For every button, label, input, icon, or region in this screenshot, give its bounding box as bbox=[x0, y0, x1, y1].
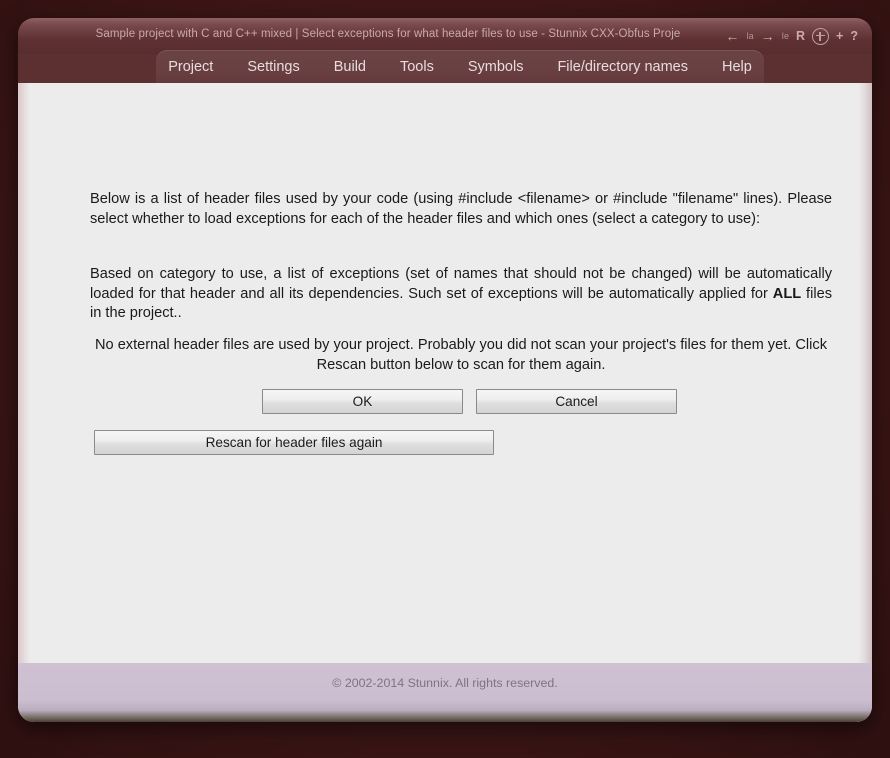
help-question-icon[interactable]: ? bbox=[850, 30, 858, 43]
forward-arrow-icon[interactable]: → bbox=[761, 29, 775, 43]
menu-item-help[interactable]: Help bbox=[705, 55, 769, 79]
plus-icon[interactable]: + bbox=[836, 30, 843, 43]
menu-item-build[interactable]: Build bbox=[317, 55, 383, 79]
title-bar-tools: ← ǀa → ǀe R + ? bbox=[725, 25, 858, 47]
no-headers-notice: No external header files are used by you… bbox=[94, 337, 828, 374]
sheet-left-edge bbox=[18, 83, 30, 722]
title-bar: Sample project with C and C++ mixed | Se… bbox=[18, 18, 872, 54]
back-arrow-icon[interactable]: ← bbox=[725, 29, 739, 43]
content-sheet: Below is a list of header files used by … bbox=[18, 83, 872, 722]
rescan-button[interactable]: Rescan for header files again bbox=[94, 430, 494, 455]
menu-item-project[interactable]: Project bbox=[151, 55, 230, 79]
window-title: Sample project with C and C++ mixed | Se… bbox=[95, 28, 681, 40]
desktop-background: Sample project with C and C++ mixed | Se… bbox=[0, 0, 890, 758]
category-paragraph-part-1: Based on category to use, a list of exce… bbox=[90, 266, 832, 302]
back-label-icon[interactable]: ǀa bbox=[746, 31, 753, 41]
menu-item-tools[interactable]: Tools bbox=[383, 55, 451, 79]
menu-item-symbols[interactable]: Symbols bbox=[451, 55, 541, 79]
menu-item-settings[interactable]: Settings bbox=[230, 55, 316, 79]
copyright-text: © 2002-2014 Stunnix. All rights reserved… bbox=[332, 676, 558, 690]
footer-bar: © 2002-2014 Stunnix. All rights reserved… bbox=[18, 663, 872, 722]
menu-bar: Project Settings Build Tools Symbols Fil… bbox=[156, 50, 764, 83]
sheet-right-edge bbox=[858, 83, 872, 722]
ok-button[interactable]: OK bbox=[262, 389, 463, 414]
category-paragraph-emphasis: ALL bbox=[772, 285, 802, 302]
reload-icon[interactable]: R bbox=[796, 30, 805, 43]
forward-label-icon[interactable]: ǀe bbox=[782, 31, 789, 41]
intro-paragraph: Below is a list of header files used by … bbox=[90, 191, 832, 227]
menu-item-file-directory-names[interactable]: File/directory names bbox=[540, 55, 705, 79]
dialog-content: Below is a list of header files used by … bbox=[30, 83, 858, 663]
application-window: Sample project with C and C++ mixed | Se… bbox=[18, 18, 872, 722]
zoom-circle-plus-icon[interactable] bbox=[812, 27, 830, 45]
cancel-button[interactable]: Cancel bbox=[476, 389, 677, 414]
category-paragraph: Based on category to use, a list of exce… bbox=[90, 265, 832, 324]
